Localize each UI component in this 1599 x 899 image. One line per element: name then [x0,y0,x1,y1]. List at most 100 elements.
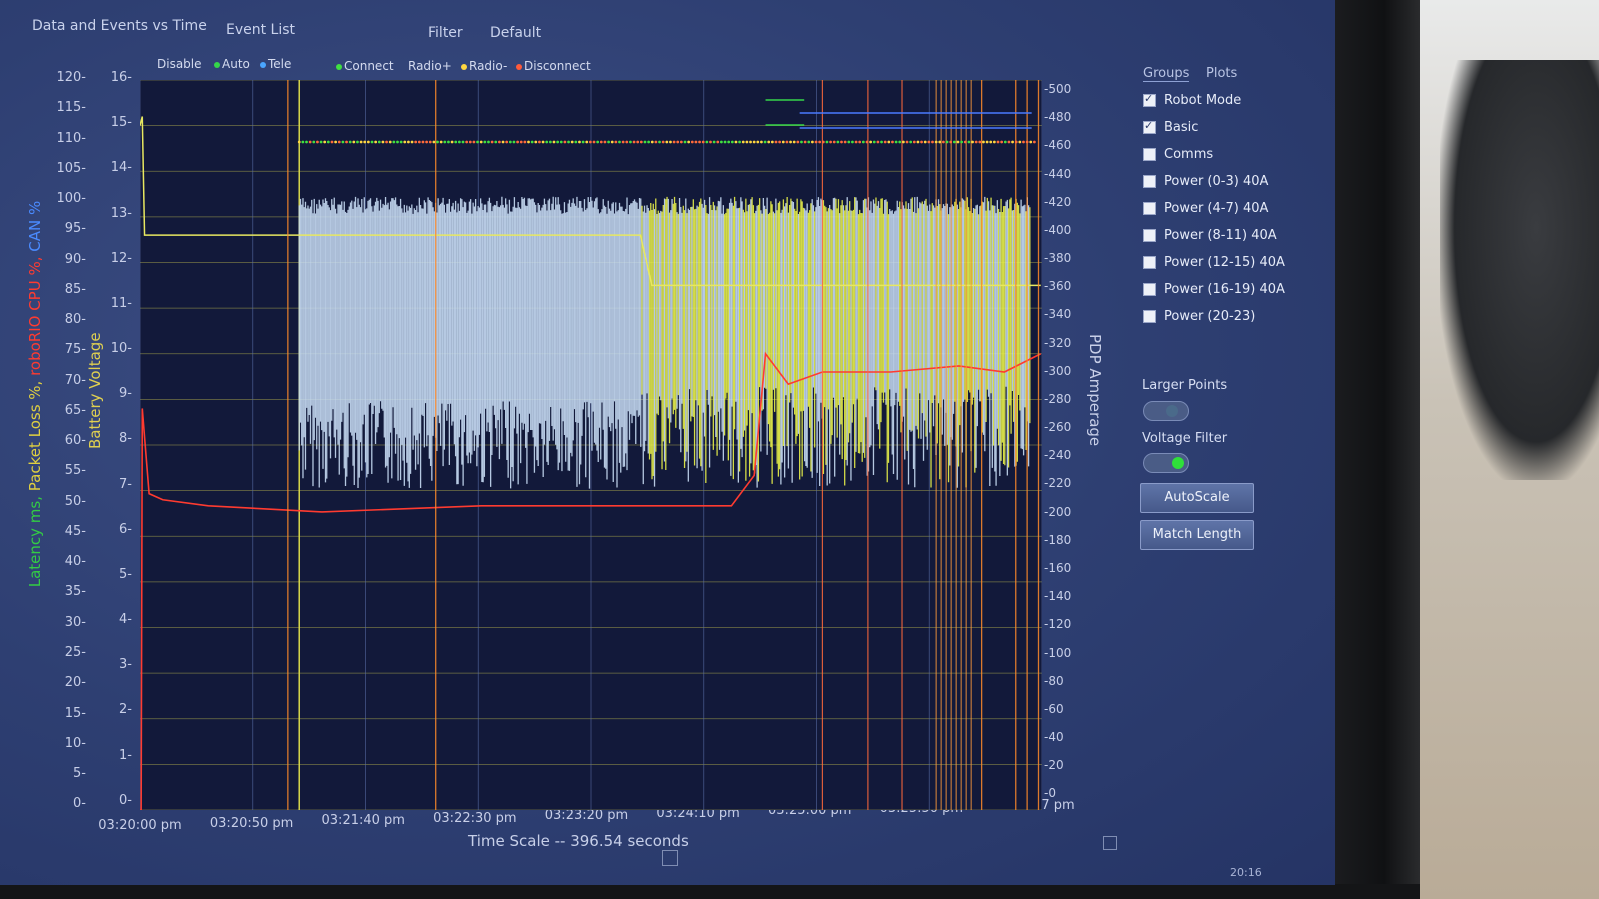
comms-event-dot [1033,140,1036,144]
comms-event-dot [639,140,643,144]
comms-event-dot [942,140,945,144]
left-axis-tick: 95- [64,221,86,237]
scroll-grip-icon[interactable] [662,850,678,866]
comms-event-dot [381,140,385,144]
comms-event-dot [388,140,392,144]
comms-event-dot [410,140,414,144]
comms-event-dot [330,140,334,144]
tab-plots[interactable]: Plots [1206,66,1237,81]
right-axis-tick: -480 [1044,110,1072,125]
voltage-axis-tick: 12- [110,250,132,266]
comms-event-dot [938,140,942,144]
voltage-axis-tick: 5- [119,566,132,582]
comms-event-dot [854,140,858,144]
legend-disconnect: Disconnect [516,59,591,73]
group-label: Power (16-19) 40A [1164,282,1285,297]
comms-event-dot [923,140,927,144]
voltage-filter-toggle[interactable] [1143,453,1189,473]
comms-event-dot [407,140,410,144]
default-filter[interactable]: Default [490,25,541,41]
comms-event-dot [541,140,545,144]
comms-event-dot [825,140,829,144]
comms-event-dot [960,140,964,144]
comms-event-dot [992,140,996,144]
group-checkbox-power-4-7-40a[interactable]: Power (4-7) 40A [1143,201,1268,216]
comms-event-dot [516,140,519,144]
comms-event-dot [468,140,472,144]
group-checkbox-power-0-3-40a[interactable]: Power (0-3) 40A [1143,174,1268,189]
comms-event-dot [359,140,363,144]
comms-event-dot [785,140,789,144]
comms-event-dot [461,140,465,144]
left-axis-tick: 15- [64,705,86,721]
group-checkbox-robot-mode[interactable]: Robot Mode [1143,92,1241,108]
voltage-axis-tick: 6- [119,521,132,537]
tab-groups[interactable]: Groups [1143,66,1190,82]
comms-event-dot [581,140,585,144]
comms-event-dot [366,140,370,144]
time-scale-label: Time Scale -- 396.54 seconds [468,832,689,850]
comms-event-dot [392,140,396,144]
comms-event-dot [632,140,636,144]
comms-event-dot [832,140,836,144]
comms-event-dot [530,140,534,144]
comms-event-dot [421,140,425,144]
comms-event-dot [403,140,407,144]
comms-event-dot [887,140,891,144]
group-checkbox-power-16-19-40a[interactable]: Power (16-19) 40A [1143,282,1285,297]
comms-event-dot [956,140,960,144]
left-axis-tick: 25- [64,645,86,661]
comms-event-dot [985,140,989,144]
time-series-plot[interactable] [140,80,1042,810]
comms-event-dot [920,140,923,144]
comms-event-dot [840,140,843,144]
comms-event-dot [730,140,734,144]
comms-event-dot [665,140,669,144]
comms-event-dot [978,140,982,144]
comms-event-dot [865,140,869,144]
comms-event-dot [341,140,345,144]
resize-grip-icon[interactable] [1103,836,1117,850]
tab-data-events-vs-time[interactable]: Data and Events vs Time [32,18,207,34]
group-checkbox-basic[interactable]: Basic [1143,119,1198,135]
checkbox-icon[interactable] [1143,256,1156,269]
match-length-button[interactable]: Match Length [1140,520,1254,550]
larger-points-toggle[interactable] [1143,401,1189,421]
group-checkbox-power-20-23-[interactable]: Power (20-23) [1143,309,1255,324]
group-label: Comms [1164,147,1214,162]
checkbox-icon[interactable] [1143,175,1156,188]
comms-event-dot [1022,140,1025,144]
checkbox-icon[interactable] [1143,119,1156,134]
group-checkbox-comms[interactable]: Comms [1143,147,1213,162]
checkbox-icon[interactable] [1143,202,1156,215]
comms-event-dot [861,140,865,144]
group-checkbox-power-12-15-40a[interactable]: Power (12-15) 40A [1143,255,1285,270]
right-axis-tick: -40 [1044,730,1064,745]
voltage-axis-tick: 15- [110,115,132,131]
checkbox-icon[interactable] [1143,92,1156,107]
comms-event-dot [563,140,567,144]
comms-event-dot [727,140,731,144]
comms-event-dot [567,140,570,144]
comms-event-dot [796,140,800,144]
right-axis-tick: -280 [1044,391,1072,406]
filter-menu[interactable]: Filter [428,25,463,41]
autoscale-button[interactable]: AutoScale [1140,483,1254,513]
group-checkbox-power-8-11-40a[interactable]: Power (8-11) 40A [1143,228,1277,243]
checkbox-icon[interactable] [1143,283,1156,296]
right-axis-tick: -420 [1044,194,1072,209]
tab-event-list[interactable]: Event List [226,22,295,38]
left-axis-tick: 90- [64,251,86,267]
comms-event-dot [636,140,640,144]
voltage-axis-tick: 4- [119,612,132,628]
voltage-axis-tick: 16- [110,70,132,85]
checkbox-icon[interactable] [1143,310,1156,323]
checkbox-icon[interactable] [1143,148,1156,161]
checkbox-icon[interactable] [1143,229,1156,242]
left-axis-tick: 30- [64,614,86,630]
comms-event-dot [432,140,436,144]
toggle-knob [1172,457,1184,469]
group-label: Power (8-11) 40A [1164,228,1277,243]
right-axis-tick: -340 [1044,307,1072,322]
comms-event-dot [912,140,916,144]
